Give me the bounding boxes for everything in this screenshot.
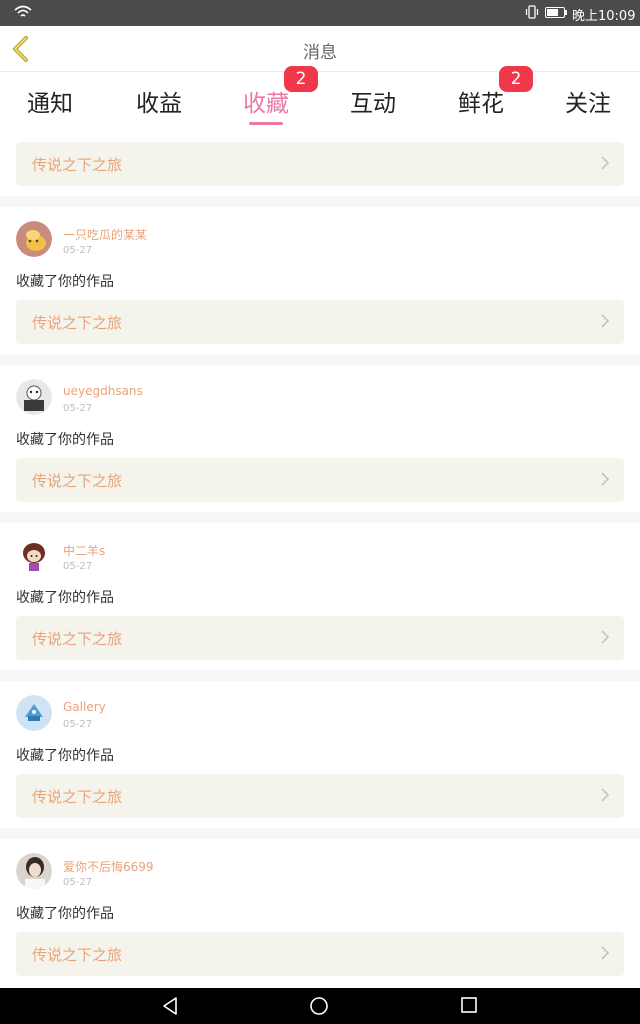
tab-label: 通知 bbox=[27, 91, 73, 117]
list-item: 爱你不后悔6699 05-27 收藏了你的作品 传说之下之旅 bbox=[0, 839, 640, 986]
tab-interaction[interactable]: 互动 bbox=[328, 84, 418, 118]
divider bbox=[0, 670, 640, 681]
page-title: 消息 bbox=[303, 43, 337, 63]
action-text: 收藏了你的作品 bbox=[16, 748, 114, 764]
date: 05-27 bbox=[63, 245, 93, 256]
avatar[interactable] bbox=[16, 537, 52, 573]
username[interactable]: 中二羊s bbox=[63, 542, 105, 559]
date: 05-27 bbox=[63, 403, 93, 414]
date: 05-27 bbox=[63, 877, 93, 888]
work-link[interactable]: 传说之下之旅 bbox=[16, 932, 624, 976]
username[interactable]: 一只吃瓜的某某 bbox=[63, 226, 147, 243]
tab-notice[interactable]: 通知 bbox=[5, 84, 95, 118]
date: 05-27 bbox=[63, 561, 93, 572]
divider bbox=[0, 196, 640, 207]
avatar[interactable] bbox=[16, 379, 52, 415]
system-nav-bar bbox=[0, 988, 640, 1024]
chevron-right-icon bbox=[601, 472, 610, 486]
active-tab-indicator bbox=[249, 122, 283, 125]
favorites-badge: 2 bbox=[284, 66, 318, 92]
back-triangle-icon[interactable] bbox=[160, 996, 180, 1016]
work-link[interactable]: 传说之下之旅 bbox=[16, 774, 624, 818]
tab-label: 收藏 bbox=[243, 91, 289, 117]
status-time: 晚上10:09 bbox=[572, 9, 636, 24]
work-title: 传说之下之旅 bbox=[32, 630, 123, 648]
status-bar: 晚上10:09 bbox=[0, 0, 640, 26]
battery-icon bbox=[545, 7, 567, 18]
username[interactable]: 爱你不后悔6699 bbox=[63, 858, 154, 875]
work-title: 传说之下之旅 bbox=[32, 472, 123, 490]
tab-label: 鲜花 bbox=[458, 91, 504, 117]
avatar[interactable] bbox=[16, 853, 52, 889]
divider bbox=[0, 828, 640, 839]
work-link[interactable]: 传说之下之旅 bbox=[16, 142, 624, 186]
flowers-badge: 2 bbox=[499, 66, 533, 92]
work-title: 传说之下之旅 bbox=[32, 788, 123, 806]
action-text: 收藏了你的作品 bbox=[16, 432, 114, 448]
vibrate-icon bbox=[525, 5, 539, 19]
tab-follow[interactable]: 关注 bbox=[543, 84, 633, 118]
chevron-right-icon bbox=[601, 788, 610, 802]
avatar[interactable] bbox=[16, 695, 52, 731]
work-title: 传说之下之旅 bbox=[32, 314, 123, 332]
work-title: 传说之下之旅 bbox=[32, 946, 123, 964]
action-text: 收藏了你的作品 bbox=[16, 590, 114, 606]
work-link[interactable]: 传说之下之旅 bbox=[16, 300, 624, 344]
chevron-right-icon bbox=[601, 946, 610, 960]
work-link[interactable]: 传说之下之旅 bbox=[16, 616, 624, 660]
divider bbox=[0, 354, 640, 365]
home-circle-icon[interactable] bbox=[309, 996, 329, 1016]
date: 05-27 bbox=[63, 719, 93, 730]
list-item: 一只吃瓜的某某 05-27 收藏了你的作品 传说之下之旅 bbox=[0, 207, 640, 354]
action-text: 收藏了你的作品 bbox=[16, 274, 114, 290]
recents-square-icon[interactable] bbox=[460, 996, 478, 1014]
chevron-right-icon bbox=[601, 156, 610, 170]
list-item: ueyegdhsans 05-27 收藏了你的作品 传说之下之旅 bbox=[0, 365, 640, 512]
work-link[interactable]: 传说之下之旅 bbox=[16, 458, 624, 502]
tab-label: 关注 bbox=[565, 91, 611, 117]
work-title: 传说之下之旅 bbox=[32, 156, 123, 174]
chevron-right-icon bbox=[601, 630, 610, 644]
tab-label: 互动 bbox=[350, 91, 396, 117]
tab-label: 收益 bbox=[136, 91, 182, 117]
action-text: 收藏了你的作品 bbox=[16, 906, 114, 922]
avatar[interactable] bbox=[16, 221, 52, 257]
username[interactable]: Gallery bbox=[63, 700, 106, 714]
wifi-icon bbox=[14, 5, 32, 17]
tab-bar: 通知 收益 收藏 互动 鲜花 关注 2 2 bbox=[0, 66, 640, 132]
nav-bar: 消息 bbox=[0, 26, 640, 72]
list-item: Gallery 05-27 收藏了你的作品 传说之下之旅 bbox=[0, 681, 640, 828]
list-item: 中二羊s 05-27 收藏了你的作品 传说之下之旅 bbox=[0, 523, 640, 670]
tab-earnings[interactable]: 收益 bbox=[114, 84, 204, 118]
username[interactable]: ueyegdhsans bbox=[63, 384, 143, 398]
divider bbox=[0, 512, 640, 523]
chevron-right-icon bbox=[601, 314, 610, 328]
